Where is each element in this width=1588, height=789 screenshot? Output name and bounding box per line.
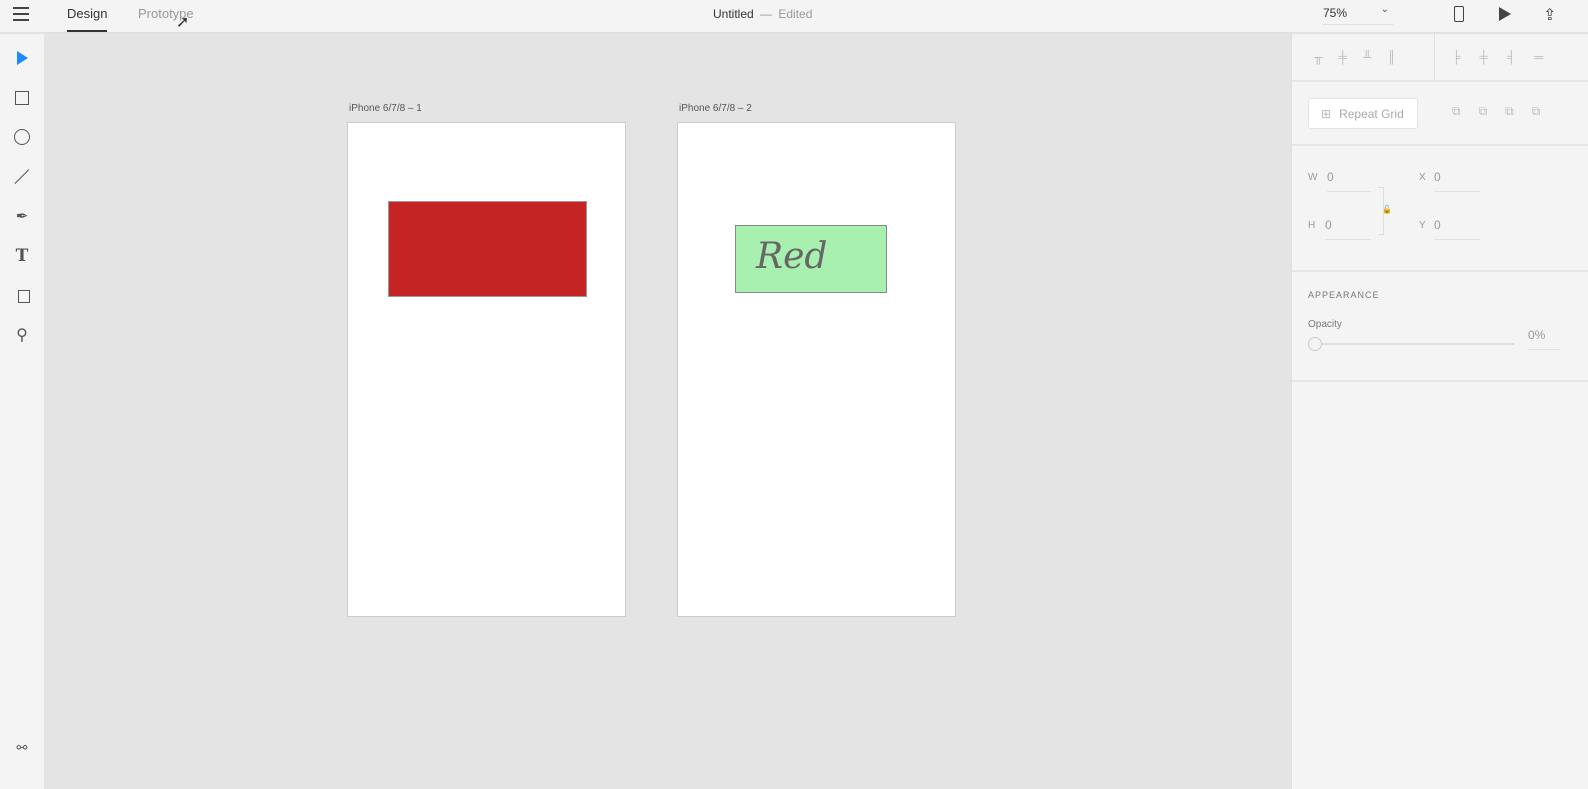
opacity-label: Opacity xyxy=(1308,319,1342,330)
input-underline xyxy=(1327,191,1371,192)
artboard-tool-icon[interactable] xyxy=(10,283,34,307)
height-input[interactable]: 0 xyxy=(1325,218,1332,232)
input-underline xyxy=(1528,349,1560,350)
chevron-down-icon: ⌄ xyxy=(1380,4,1389,15)
divider xyxy=(1292,380,1588,382)
add-icon[interactable]: ⧉ xyxy=(1452,104,1461,119)
subtract-icon[interactable]: ⧉ xyxy=(1479,104,1488,119)
top-bar: Design Prototype Untitled — Edited 75% ⌄… xyxy=(0,0,1588,33)
boolean-ops-group: ⧉ ⧉ ⧉ ⧉ xyxy=(1452,104,1540,119)
play-icon[interactable] xyxy=(1499,7,1511,21)
distribute-horizontal-icon[interactable]: ║ xyxy=(1388,50,1397,64)
align-right-icon[interactable]: ╡ xyxy=(1507,50,1516,64)
hamburger-menu-icon[interactable] xyxy=(13,7,29,21)
ellipse-tool-icon[interactable] xyxy=(10,125,34,149)
slider-thumb[interactable] xyxy=(1308,337,1322,351)
x-input[interactable]: 0 xyxy=(1434,170,1441,184)
device-preview-icon[interactable] xyxy=(1454,6,1464,22)
share-icon[interactable]: ⇪ xyxy=(1543,5,1556,25)
document-title-area: Untitled — Edited xyxy=(713,7,812,21)
slider-track xyxy=(1308,343,1514,345)
toolbar: ✒ T ⚲ ⚯ xyxy=(0,34,44,789)
align-center-icon[interactable]: ╪ xyxy=(1480,50,1489,64)
document-title: Untitled xyxy=(713,7,754,21)
divider xyxy=(1292,270,1588,272)
distribute-vertical-icon[interactable]: ═ xyxy=(1535,50,1544,64)
green-rectangle[interactable]: Red xyxy=(735,225,887,293)
opacity-value-input[interactable]: 0% xyxy=(1528,328,1545,342)
align-left-icon[interactable]: ╞ xyxy=(1452,50,1461,64)
repeat-grid-label: Repeat Grid xyxy=(1339,106,1404,121)
align-middle-icon[interactable]: ╪ xyxy=(1339,50,1348,64)
divider xyxy=(1292,144,1588,146)
grid-icon: ⊞ xyxy=(1321,106,1332,121)
mouse-cursor: ➚ xyxy=(176,14,190,31)
width-input[interactable]: 0 xyxy=(1327,170,1334,184)
input-underline xyxy=(1434,191,1480,192)
rectangle-tool-icon[interactable] xyxy=(10,86,34,110)
divider xyxy=(1292,80,1588,82)
repeat-grid-button[interactable]: ⊞ Repeat Grid xyxy=(1308,98,1418,129)
intersect-icon[interactable]: ⧉ xyxy=(1505,104,1514,119)
width-label: W xyxy=(1308,172,1318,183)
input-underline xyxy=(1434,239,1480,240)
property-inspector: ╥ ╪ ╨ ║ ╞ ╪ ╡ ═ ⊞ Repeat Grid ⧉ ⧉ ⧉ ⧉ W 0 H 0 🔓 X… xyxy=(1291,34,1588,789)
opacity-slider[interactable] xyxy=(1308,337,1514,351)
input-underline xyxy=(1325,239,1371,240)
align-horizontal-group: ╞ ╪ ╡ ═ xyxy=(1452,50,1543,64)
red-rectangle[interactable] xyxy=(388,201,587,297)
y-input[interactable]: 0 xyxy=(1434,218,1441,232)
artboard-1-label[interactable]: iPhone 6/7/8 – 1 xyxy=(349,103,422,114)
red-text[interactable]: Red xyxy=(756,236,827,277)
line-tool-icon[interactable] xyxy=(10,165,34,189)
zoom-tool-icon[interactable]: ⚲ xyxy=(10,323,34,347)
edited-status: Edited xyxy=(778,7,813,21)
text-tool-icon[interactable]: T xyxy=(10,244,34,268)
align-top-icon[interactable]: ╥ xyxy=(1314,50,1323,64)
exclude-icon[interactable]: ⧉ xyxy=(1532,104,1541,119)
lock-icon[interactable]: 🔓 xyxy=(1382,205,1392,214)
height-label: H xyxy=(1308,220,1316,231)
zoom-dropdown[interactable]: 75% ⌄ xyxy=(1323,4,1393,25)
artboard-2-label[interactable]: iPhone 6/7/8 – 2 xyxy=(679,103,752,114)
x-label: X xyxy=(1419,172,1426,183)
y-label: Y xyxy=(1419,220,1426,231)
artboard-2[interactable]: Red xyxy=(677,122,956,617)
assets-icon[interactable]: ⚯ xyxy=(10,736,34,760)
align-vertical-group: ╥ ╪ ╨ ║ xyxy=(1314,50,1396,64)
appearance-heading: APPEARANCE xyxy=(1308,290,1380,300)
divider xyxy=(1434,34,1435,80)
zoom-value: 75% xyxy=(1323,6,1348,20)
artboard-1[interactable] xyxy=(347,122,626,617)
active-tab-indicator xyxy=(67,30,107,32)
tab-design[interactable]: Design xyxy=(67,6,107,21)
title-separator: — xyxy=(760,7,773,21)
align-bottom-icon[interactable]: ╨ xyxy=(1363,50,1372,64)
pen-tool-icon[interactable]: ✒ xyxy=(10,204,34,228)
select-tool-icon[interactable] xyxy=(10,46,34,70)
